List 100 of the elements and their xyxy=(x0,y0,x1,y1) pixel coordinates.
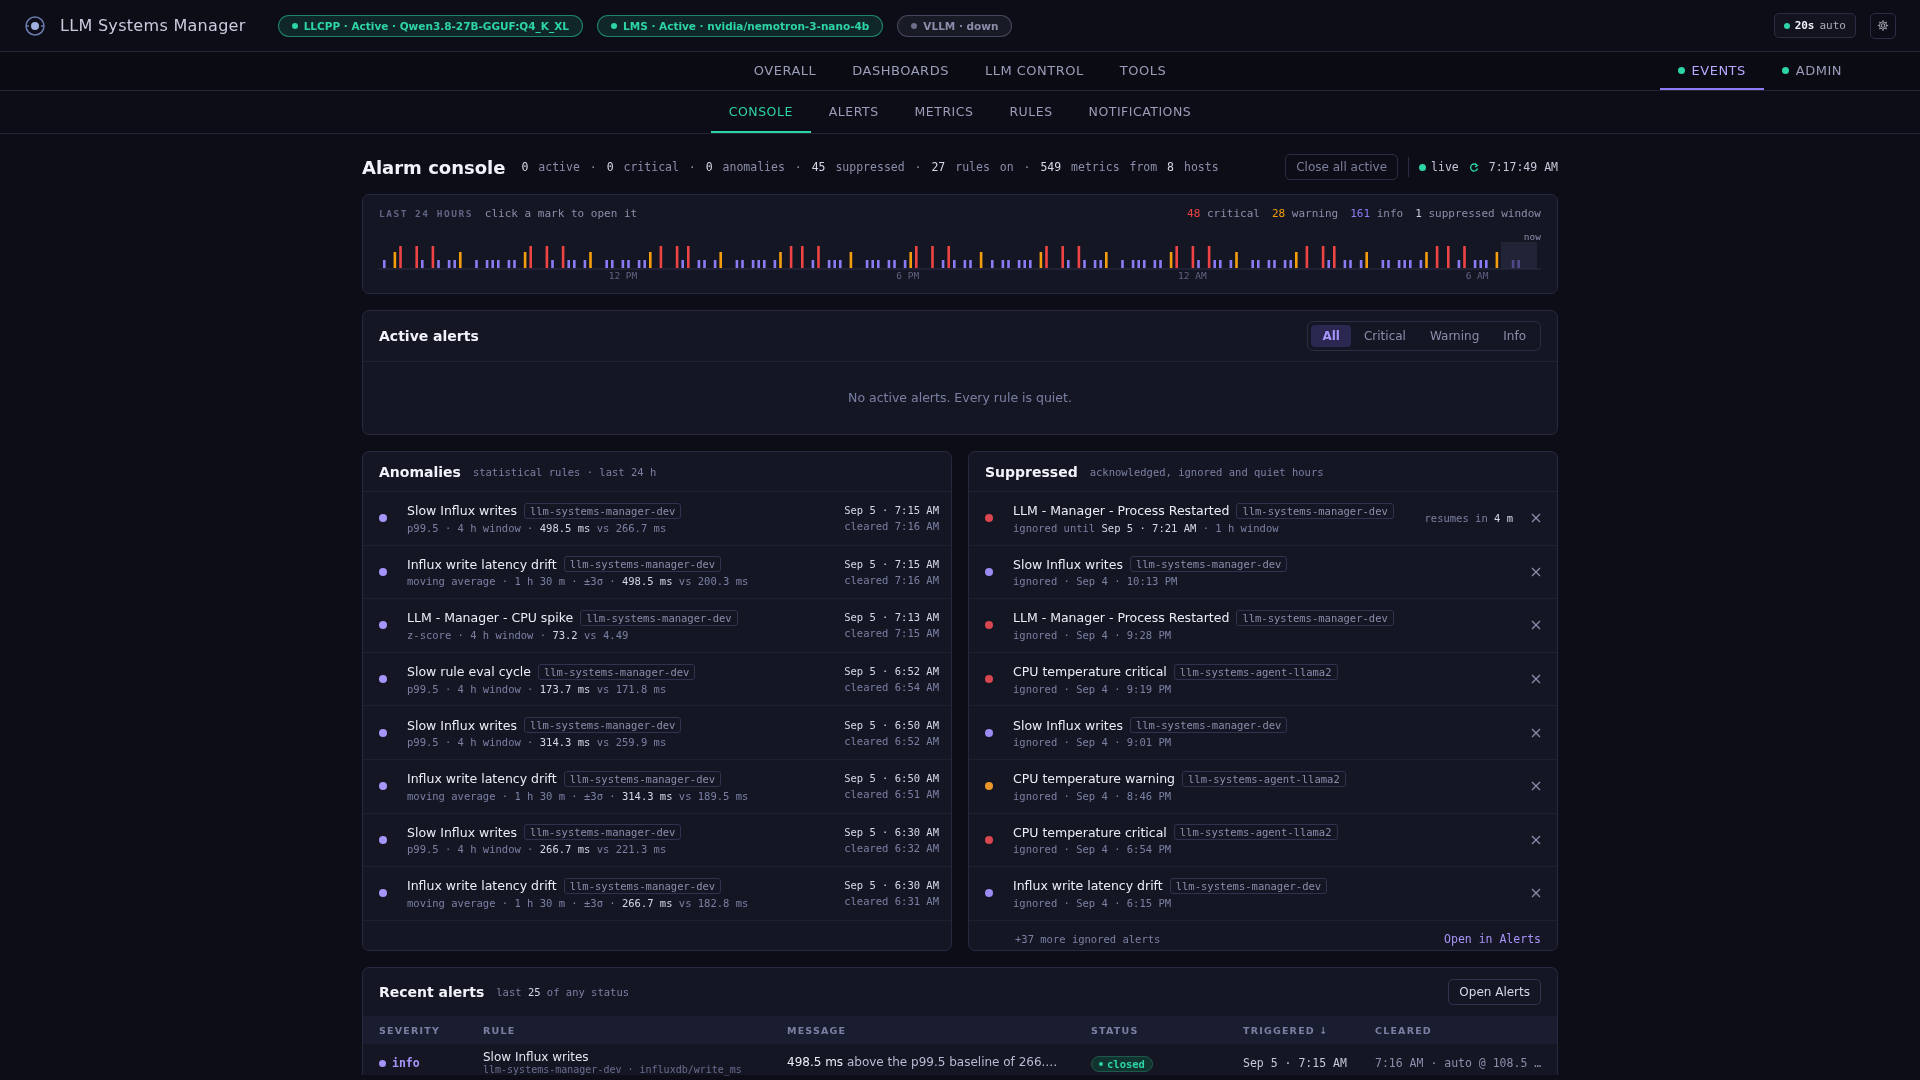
app-title: LLM Systems Manager xyxy=(60,16,246,35)
host-tag: llm-systems-manager-dev xyxy=(1129,556,1288,573)
cleared-text: cleared 6:54 AM xyxy=(844,681,939,694)
host-tag: llm-systems-manager-dev xyxy=(523,502,682,519)
legend-item: 48 critical xyxy=(1187,207,1260,220)
alert-detail: ignored · Sep 4 · 6:54 PM xyxy=(1013,843,1173,856)
time-text: Sep 5 · 7:13 AM xyxy=(844,611,939,624)
status-pill: LLCPP · Active · Qwen3.8-27B-GGUF:Q4_K_XL xyxy=(277,14,584,37)
alert-name[interactable]: CPU temperature critical xyxy=(1013,664,1167,680)
alert-detail: moving average · 1 h 30 m · ±3σ · 498.5 ms vs 200.3 ms xyxy=(407,575,750,588)
sub-tab[interactable]: RULES xyxy=(991,91,1071,133)
status-pill: VLLM · down xyxy=(897,14,1013,37)
alert-name[interactable]: CPU temperature critical xyxy=(1013,824,1167,840)
host-tag: llm-systems-manager-dev xyxy=(563,770,722,787)
settings-button[interactable] xyxy=(1870,12,1896,39)
host-tag: llm-systems-manager-dev xyxy=(563,556,722,573)
rule-name[interactable]: Slow Influx writes xyxy=(483,1050,787,1064)
sub-tab[interactable]: METRICS xyxy=(896,91,992,133)
alert-name[interactable]: LLM - Manager - CPU spike xyxy=(407,610,574,626)
alert-detail: ignored · Sep 4 · 9:01 PM xyxy=(1013,736,1173,749)
column-header: CLEARED xyxy=(1375,1024,1433,1036)
cleared-text: cleared 6:32 AM xyxy=(844,841,939,854)
nav-tab[interactable]: EVENTS xyxy=(1659,52,1764,90)
filter-tab[interactable]: Warning xyxy=(1418,325,1491,347)
alert-name[interactable]: Influx write latency drift xyxy=(407,556,557,572)
close-icon xyxy=(1531,620,1541,631)
open-alerts-button[interactable]: Open Alerts xyxy=(1448,979,1541,1005)
nav-tab[interactable]: OVERALL xyxy=(735,52,835,90)
hint-text: click a mark to open it xyxy=(484,207,638,220)
open-alerts-link[interactable]: Open in Alerts xyxy=(1444,931,1541,946)
panel-title: Anomalies xyxy=(379,463,461,480)
message-text: 498.5 ms above the p99.5 baseline of 266.… xyxy=(787,1055,1059,1069)
axis-label: 12 AM xyxy=(1178,270,1207,281)
legend-item: 28 warning xyxy=(1271,207,1339,220)
alert-name[interactable]: Slow Influx writes xyxy=(407,717,517,733)
alert-name[interactable]: LLM - Manager - Process Restarted xyxy=(1013,610,1230,626)
alert-detail: z-score · 4 h window · 73.2 vs 4.49 xyxy=(407,629,630,641)
nav-tab[interactable]: LLM CONTROL xyxy=(966,52,1102,90)
host-tag: llm-systems-manager-dev xyxy=(1236,610,1394,626)
legend-item: 161 info xyxy=(1350,207,1404,220)
time-text: Sep 5 · 6:30 AM xyxy=(844,825,939,838)
panel-subtitle: last 25 of any status xyxy=(496,986,631,998)
panel-title: Suppressed xyxy=(985,463,1078,480)
sub-tab[interactable]: NOTIFICATIONS xyxy=(1070,91,1210,133)
alert-name[interactable]: Slow Influx writes xyxy=(407,503,517,519)
alert-detail: p99.5 · 4 h window · 498.5 ms vs 266.7 ms xyxy=(407,521,668,534)
clock-text: 7:17:49 AM xyxy=(1488,160,1558,174)
column-header: RULE xyxy=(483,1024,517,1036)
empty-message: No active alerts. Every rule is quiet. xyxy=(847,389,1073,407)
column-header: STATUS xyxy=(1091,1024,1140,1036)
settings-icon xyxy=(1877,18,1889,33)
alert-detail: ignored · Sep 4 · 10:13 PM xyxy=(1013,575,1179,588)
cleared-text: cleared 7:16 AM xyxy=(844,520,939,533)
alert-detail: p99.5 · 4 h window · 266.7 ms vs 221.3 ms xyxy=(407,843,668,856)
axis-label: 6 AM xyxy=(1465,270,1489,281)
host-tag: llm-systems-manager-dev xyxy=(580,610,738,626)
alert-name[interactable]: Slow Influx writes xyxy=(1013,556,1123,572)
refresh-icon xyxy=(1468,162,1479,172)
cleared-text: cleared 6:31 AM xyxy=(844,895,939,908)
status-badge: closed xyxy=(1091,1056,1153,1072)
alert-name[interactable]: Influx write latency drift xyxy=(1013,878,1163,894)
panel-title: Active alerts xyxy=(379,328,480,344)
alert-detail: p99.5 · 4 h window · 314.3 ms vs 259.9 ms xyxy=(407,736,668,749)
time-text: Sep 5 · 6:50 AM xyxy=(844,718,939,731)
axis-label: 6 PM xyxy=(896,270,920,281)
alert-name[interactable]: Influx write latency drift xyxy=(407,878,557,894)
alert-detail: ignored · Sep 4 · 9:28 PM xyxy=(1013,629,1173,641)
cleared-text: cleared 6:51 AM xyxy=(844,788,939,801)
nav-tab[interactable]: DASHBOARDS xyxy=(834,52,967,90)
stat-text: 0 active · 0 critical · 0 anomalies · 45 suppressed · 27 rules on · 549 metrics from 8 hosts xyxy=(521,160,1219,174)
triggered-text: Sep 5 · 7:15 AM xyxy=(1243,1056,1348,1070)
nav-tab[interactable]: ADMIN xyxy=(1763,52,1860,90)
time-text: Sep 5 · 6:30 AM xyxy=(844,879,939,892)
host-tag: llm-systems-manager-dev xyxy=(1169,877,1328,894)
close-icon xyxy=(1531,888,1541,899)
nav-tab[interactable]: TOOLS xyxy=(1101,52,1185,90)
alert-name[interactable]: Slow Influx writes xyxy=(1013,717,1123,733)
cleared-text: 7:16 AM · auto @ 108.5 … xyxy=(1375,1056,1542,1070)
host-tag: llm-systems-manager-dev xyxy=(563,877,722,894)
alert-detail: ignored · Sep 4 · 8:46 PM xyxy=(1013,789,1173,802)
cleared-text: cleared 7:16 AM xyxy=(844,573,939,586)
filter-tab[interactable]: All xyxy=(1311,325,1351,347)
resume-text: resumes in 4 m xyxy=(1424,512,1513,525)
host-tag: llm-systems-manager-dev xyxy=(537,663,696,680)
panel-title: Recent alerts xyxy=(379,984,485,1000)
alert-name[interactable]: CPU temperature warning xyxy=(1013,771,1175,787)
close-all-button[interactable]: Close all active xyxy=(1285,154,1399,180)
console-title: Alarm console xyxy=(362,156,506,178)
filter-tab[interactable]: Critical xyxy=(1352,325,1417,347)
alert-name[interactable]: LLM - Manager - Process Restarted xyxy=(1013,503,1230,519)
host-tag: llm-systems-manager-dev xyxy=(523,717,682,734)
host-tag: llm-systems-agent-llama2 xyxy=(1173,663,1338,680)
alert-name[interactable]: Influx write latency drift xyxy=(407,771,557,787)
refresh-button[interactable]: 20s auto xyxy=(1773,13,1856,38)
filter-tab[interactable]: Info xyxy=(1492,325,1537,347)
sub-tab[interactable]: CONSOLE xyxy=(710,91,811,133)
status-pill: LMS · Active · nvidia/nemotron-3-nano-4b xyxy=(597,14,884,37)
alert-name[interactable]: Slow Influx writes xyxy=(407,824,517,840)
sub-tab[interactable]: ALERTS xyxy=(810,91,897,133)
alert-name[interactable]: Slow rule eval cycle xyxy=(407,664,531,680)
